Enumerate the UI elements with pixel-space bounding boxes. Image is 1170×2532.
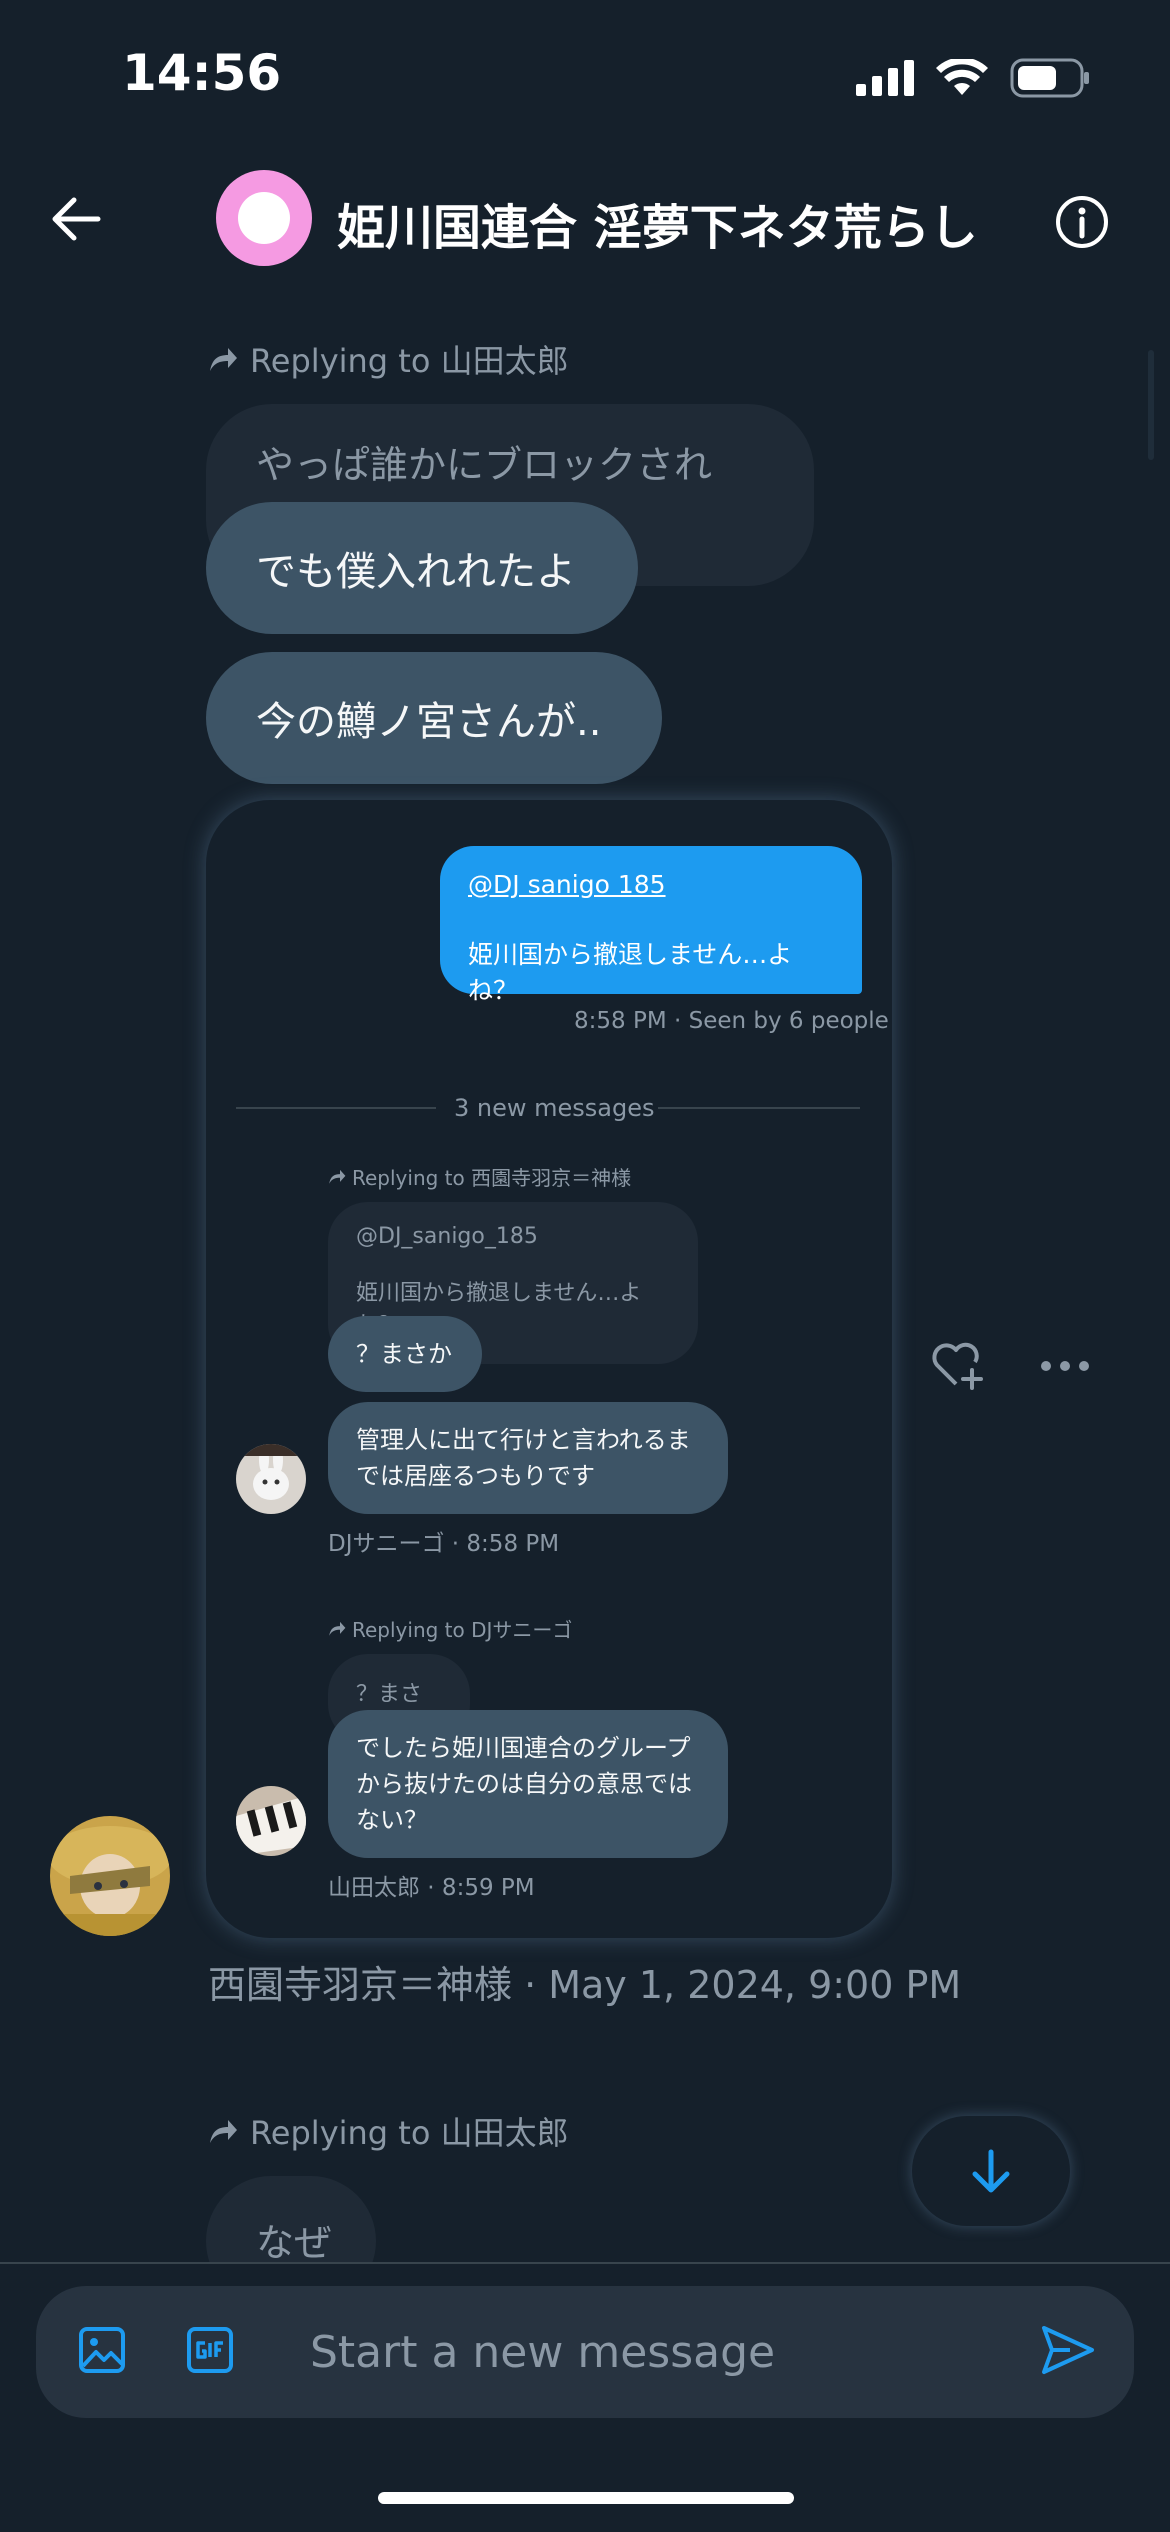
message-input[interactable]: [310, 2320, 1010, 2384]
divider: [658, 1107, 860, 1109]
quoted-mention: @DJ_sanigo_185: [356, 1224, 538, 1249]
signal-icon: [856, 60, 914, 96]
more-icon: [1041, 1361, 1089, 1371]
message-text: 今の鱒ノ宮さんが..: [256, 699, 602, 745]
reply-context-label: Replying to 山田太郎: [250, 2114, 569, 2152]
reply-arrow-icon: [210, 348, 237, 371]
status-time: 14:56: [122, 44, 282, 102]
message-meta: 山田太郎 · 8:59 PM: [328, 1875, 535, 1901]
add-gif-button[interactable]: [186, 2326, 234, 2378]
status-icons: [856, 58, 1090, 98]
wifi-icon: [936, 59, 988, 95]
arrow-left-icon: [52, 197, 101, 241]
shared-own-meta: 8:58 PM · Seen by 6 people: [574, 1008, 889, 1034]
avatar: [236, 1786, 306, 1856]
message-meta: DJサニーゴ · 8:58 PM: [328, 1531, 560, 1557]
reply-context: Replying to 山田太郎: [208, 336, 569, 382]
conversation-title[interactable]: 姫川国連合 淫夢下ネタ荒らし: [337, 188, 978, 258]
divider: [236, 1107, 436, 1109]
message-bubble: でしたら姫川国連合のグループから抜けたのは自分の意思ではない？: [328, 1710, 728, 1858]
message-bubble-clipped[interactable]: なぜ: [206, 2176, 376, 2262]
sender-meta: 西園寺羽京＝神様 · May 1, 2024, 9:00 PM: [208, 1963, 962, 2007]
message-text: でしたら姫川国連合のグループから抜けたのは自分の意思ではない？: [356, 1734, 692, 1834]
add-media-button[interactable]: [78, 2326, 126, 2378]
message-bubble: 管理人に出て行けと言われるまでは居座るつもりです: [328, 1402, 728, 1514]
composer-divider: [0, 2262, 1170, 2264]
send-icon: [1042, 2326, 1094, 2374]
info-icon: [1056, 196, 1108, 248]
back-button[interactable]: [50, 196, 102, 246]
shared-own-bubble: @DJ sanigo 185 姫川国から撤退しません…よね？: [440, 846, 862, 1005]
reply-context: Replying to 西園寺羽京＝神様: [328, 1162, 631, 1191]
reply-context: Replying to 山田太郎: [208, 2108, 569, 2154]
react-button[interactable]: [930, 1340, 984, 1394]
info-button[interactable]: [1054, 194, 1110, 254]
reply-context-label: Replying to DJサニーゴ: [352, 1618, 573, 1642]
more-button[interactable]: [1040, 1354, 1090, 1382]
message-text: なぜ: [206, 2176, 376, 2262]
group-avatar[interactable]: [216, 170, 312, 266]
battery-icon: [1010, 58, 1089, 98]
mention-link[interactable]: @DJ sanigo 185: [468, 870, 834, 899]
avatar: [236, 1444, 306, 1514]
reply-arrow-icon: [210, 2120, 237, 2143]
image-icon: [79, 2327, 125, 2373]
sender-avatar[interactable]: [50, 1816, 170, 1936]
scroll-to-bottom-button[interactable]: [912, 2116, 1070, 2226]
message-bubble[interactable]: でも僕入れれたよ: [206, 502, 638, 634]
message-text: でも僕入れれたよ: [256, 549, 576, 595]
gif-icon: [187, 2327, 233, 2373]
reply-arrow-icon: [329, 1621, 346, 1636]
scrollbar[interactable]: [1148, 350, 1154, 460]
reply-context: Replying to DJサニーゴ: [328, 1614, 572, 1643]
new-messages-label: 3 new messages: [454, 1094, 655, 1122]
heart-plus-icon: [932, 1342, 983, 1390]
send-button[interactable]: [1040, 2324, 1096, 2380]
arrow-down-icon: [972, 2149, 1010, 2193]
shared-own-text: 姫川国から撤退しません…よね？: [468, 940, 793, 1005]
message-text: 管理人に出て行けと言われるまでは居座るつもりです: [356, 1426, 691, 1490]
message-bubble: ？まさか: [328, 1316, 482, 1392]
message-bubble[interactable]: 今の鱒ノ宮さんが..: [206, 652, 662, 784]
reply-context-label: Replying to 西園寺羽京＝神様: [352, 1166, 632, 1190]
reply-context-label: Replying to 山田太郎: [250, 342, 569, 380]
home-indicator: [378, 2492, 794, 2504]
reply-arrow-icon: [329, 1169, 346, 1184]
message-text: ？まさか: [356, 1340, 452, 1368]
